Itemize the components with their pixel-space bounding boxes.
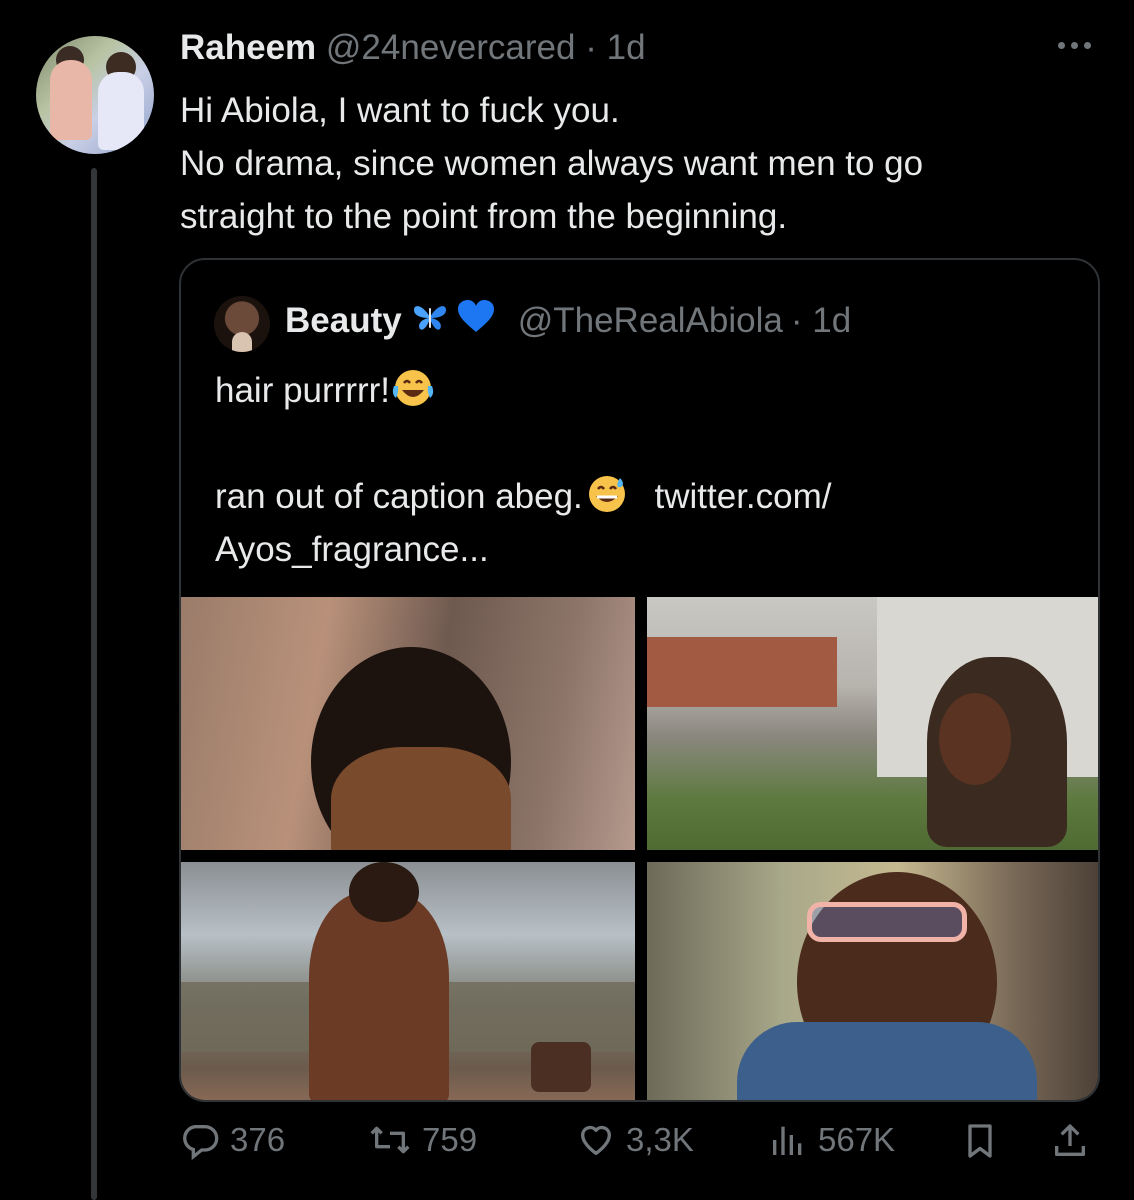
quote-line: hair purrrrr! xyxy=(215,364,1075,417)
tweet-line: Hi Abiola, I want to fuck you. xyxy=(180,91,620,130)
butterfly-icon xyxy=(412,301,448,341)
quote-line: ran out of caption abeg. twitter.com/ xyxy=(215,470,1075,523)
reply-count: 376 xyxy=(230,1121,286,1158)
quote-line-text: hair purrrrr! xyxy=(215,371,391,410)
like-count: 3,3K xyxy=(626,1121,694,1158)
quote-author-handle: @TheRealAbiola xyxy=(517,300,783,340)
sweat-smile-emoji-icon xyxy=(583,474,631,529)
like-button[interactable]: 3,3K xyxy=(576,1120,694,1160)
reply-button[interactable]: 376 xyxy=(180,1120,285,1160)
views-count: 567K xyxy=(818,1121,896,1158)
quote-header: Beauty @TheRealAbiola · 1d xyxy=(285,298,851,343)
braided-hair-photo[interactable] xyxy=(181,597,635,850)
author-avatar[interactable] xyxy=(36,36,154,154)
tweet-timestamp[interactable]: · 1d xyxy=(585,28,645,67)
quote-blank-line xyxy=(215,417,1075,470)
retweet-count: 759 xyxy=(422,1121,478,1158)
action-bar: 376 759 3,3K 567K xyxy=(180,1120,1100,1180)
reply-icon xyxy=(180,1120,220,1160)
quote-author-name: Beauty xyxy=(285,300,402,340)
tweet-line: straight to the point from the beginning… xyxy=(180,197,788,236)
author-handle[interactable]: @24nevercared xyxy=(326,28,576,67)
views-button[interactable]: 567K xyxy=(768,1120,895,1160)
quote-link[interactable]: twitter.com/ xyxy=(655,477,832,516)
author-name[interactable]: Raheem xyxy=(180,28,316,67)
tweet-text: Hi Abiola, I want to fuck you. No drama,… xyxy=(180,84,1110,243)
tweet-line: No drama, since women always want men to… xyxy=(180,144,924,183)
thread-line xyxy=(91,168,97,1200)
blue-heart-icon xyxy=(456,298,496,343)
quote-author-avatar xyxy=(214,296,270,352)
campus-selfie-photo[interactable] xyxy=(647,597,1098,850)
bookmark-icon[interactable] xyxy=(960,1120,1000,1162)
retweet-icon xyxy=(368,1120,412,1160)
quoted-tweet[interactable]: Beauty @TheRealAbiola · 1d hair purrrrr! xyxy=(179,258,1100,1102)
quote-line-text: ran out of caption abeg. xyxy=(215,477,583,516)
smiling-glasses-photo[interactable] xyxy=(647,862,1098,1100)
more-icon[interactable] xyxy=(1058,42,1091,49)
quote-text: hair purrrrr! ran out of caption abeg. t… xyxy=(215,364,1075,576)
quote-timestamp: · 1d xyxy=(790,300,852,340)
retweet-button[interactable]: 759 xyxy=(368,1120,477,1160)
tweet-header: Raheem @24nevercared · 1d xyxy=(180,28,646,68)
views-icon xyxy=(768,1120,808,1160)
laughing-emoji-icon xyxy=(390,368,436,423)
fountain-photo[interactable] xyxy=(181,862,635,1100)
share-icon[interactable] xyxy=(1050,1120,1090,1162)
quote-line[interactable]: Ayos_fragrance... xyxy=(215,523,1075,576)
heart-icon xyxy=(576,1120,616,1160)
